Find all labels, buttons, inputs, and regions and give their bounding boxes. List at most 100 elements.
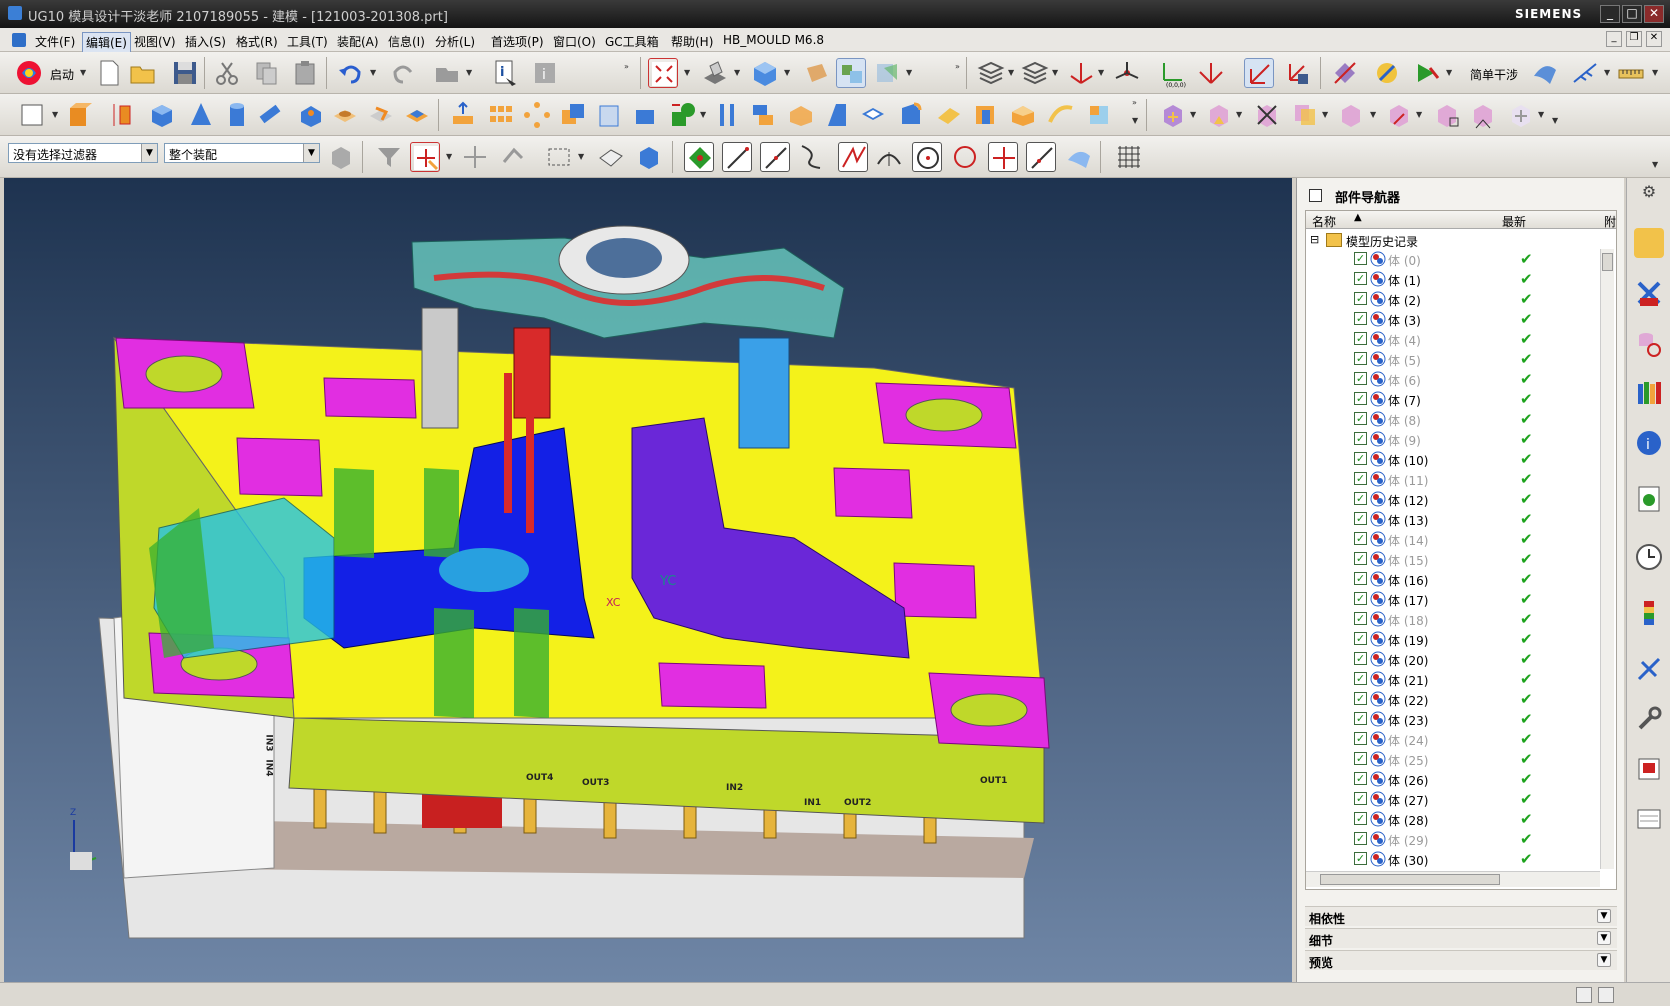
snap-arc-center-icon[interactable] [874,142,904,172]
visibility-checkbox[interactable]: ✓ [1354,552,1367,565]
hole-icon[interactable] [296,100,326,130]
visibility-checkbox[interactable]: ✓ [1354,792,1367,805]
assembly-navigator-icon[interactable] [1634,228,1664,258]
rectangle-select-icon[interactable] [544,142,574,172]
add-component-icon[interactable] [1158,100,1188,130]
column-header-extra[interactable]: 附 [1604,213,1616,230]
visibility-checkbox[interactable]: ✓ [1354,272,1367,285]
shell-icon[interactable] [858,100,888,130]
pick-point-icon[interactable] [498,142,528,172]
component-pattern-icon[interactable] [1384,100,1414,130]
wcs-origin-icon[interactable] [1066,58,1096,88]
hscroll-thumb[interactable] [1320,874,1500,885]
general-selection-icon[interactable] [326,142,356,172]
wcs-rotate-icon[interactable] [1196,58,1226,88]
undo-icon[interactable] [336,58,366,88]
explode-view-icon[interactable] [1506,100,1536,130]
visibility-checkbox[interactable]: ✓ [1354,352,1367,365]
copy-icon[interactable] [252,58,282,88]
section-preview[interactable]: 预览 ▼ [1305,950,1617,970]
pattern-icon[interactable] [486,100,516,130]
visibility-checkbox[interactable]: ✓ [1354,392,1367,405]
tree-row[interactable]: ✓ 体 (4) ✔ [1306,329,1606,349]
cone-icon[interactable] [186,100,216,130]
tree-row[interactable]: ✓ 体 (6) ✔ [1306,369,1606,389]
tree-row[interactable]: ✓ 体 (7) ✔ [1306,389,1606,409]
orient-view-icon[interactable] [750,58,780,88]
assembly-clearance-icon[interactable] [1468,100,1498,130]
edit-section-icon[interactable] [802,58,832,88]
layer-settings-icon[interactable] [976,58,1006,88]
tree-row[interactable]: ✓ 体 (25) ✔ [1306,749,1606,769]
extrude-icon[interactable] [64,100,94,130]
menu-gc-toolbox[interactable]: GC工具箱 [602,32,662,51]
hidden-edge-icon[interactable] [596,142,626,172]
open-folder-icon[interactable] [128,58,158,88]
measure-angle-icon[interactable] [1372,58,1402,88]
block-icon[interactable] [146,100,176,130]
offset-face-icon[interactable] [448,100,478,130]
play-check-icon[interactable] [1412,58,1442,88]
tree-row[interactable]: ✓ 体 (24) ✔ [1306,729,1606,749]
remove-component-icon[interactable] [1252,100,1282,130]
circular-pattern-icon[interactable] [522,100,552,130]
menu-info[interactable]: 信息(I) [385,32,428,51]
system-materials-icon[interactable] [1634,754,1664,784]
snap-enable-icon[interactable] [684,142,714,172]
visibility-checkbox[interactable]: ✓ [1354,292,1367,305]
tree-row[interactable]: ✓ 体 (16) ✔ [1306,569,1606,589]
doc-close-button[interactable]: ✕ [1646,31,1662,47]
tree-row[interactable]: ✓ 体 (28) ✔ [1306,809,1606,829]
sketch-icon[interactable] [18,100,48,130]
tree-row[interactable]: ✓ 体 (29) ✔ [1306,829,1606,849]
repeat-command-icon[interactable] [432,58,462,88]
visibility-checkbox[interactable]: ✓ [1354,732,1367,745]
roles-icon[interactable] [1634,804,1664,834]
mate-component-icon[interactable] [1204,100,1234,130]
through-curves-icon[interactable] [1046,100,1076,130]
reuse-library-icon[interactable] [1634,378,1664,408]
tree-row[interactable]: ✓ 体 (27) ✔ [1306,789,1606,809]
visibility-checkbox[interactable]: ✓ [1354,592,1367,605]
tree-row[interactable]: ✓ 体 (11) ✔ [1306,469,1606,489]
horizontal-scrollbar[interactable] [1306,871,1600,887]
info-object-icon[interactable]: i [490,58,520,88]
intersect-icon[interactable] [630,100,660,130]
visibility-checkbox[interactable]: ✓ [1354,712,1367,725]
cut-icon[interactable] [212,58,242,88]
wcs-absolute-icon[interactable]: (0,0,0) [1156,58,1186,89]
menu-preferences[interactable]: 首选项(P) [488,32,547,51]
type-filter-select[interactable]: 没有选择过滤器 ▼ [8,143,158,163]
tree-row[interactable]: ✓ 体 (20) ✔ [1306,649,1606,669]
edge-blend-icon[interactable] [896,100,926,130]
select-body-icon[interactable] [634,142,664,172]
tree-row[interactable]: ✓ 体 (9) ✔ [1306,429,1606,449]
wcs-display-icon[interactable] [1244,58,1274,88]
tree-row[interactable]: ✓ 体 (26) ✔ [1306,769,1606,789]
simple-interference-label[interactable]: 简单干涉 [1470,66,1518,83]
start-label[interactable]: 启动 [50,66,74,83]
tree-row[interactable]: ✓ 体 (17) ✔ [1306,589,1606,609]
split-body-icon[interactable] [712,100,742,130]
trim-body-icon[interactable] [668,100,698,130]
visibility-checkbox[interactable]: ✓ [1354,612,1367,625]
tree-row[interactable]: ✓ 体 (19) ✔ [1306,629,1606,649]
redo-icon[interactable] [388,58,418,88]
section-dependencies[interactable]: 相依性 ▼ [1305,906,1617,926]
thicken-icon[interactable] [970,100,1000,130]
visibility-checkbox[interactable]: ✓ [1354,832,1367,845]
vertical-scrollbar[interactable] [1600,249,1614,869]
filter-funnel-icon[interactable] [374,142,404,172]
tree-row[interactable]: ✓ 体 (18) ✔ [1306,609,1606,629]
show-hide-icon[interactable] [872,58,902,88]
chevron-down-icon[interactable]: ▼ [1597,953,1611,967]
boss-icon[interactable] [330,100,360,130]
snap-point-icon[interactable] [410,142,440,172]
snap-circle-center-icon[interactable] [912,142,942,172]
assembly-view-icon[interactable] [836,58,866,88]
visibility-checkbox[interactable]: ✓ [1354,452,1367,465]
tree-row[interactable]: ✓ 体 (22) ✔ [1306,689,1606,709]
snap-intersection-icon[interactable] [838,142,868,172]
revolve-icon[interactable] [106,100,136,130]
menu-assembly[interactable]: 装配(A) [334,32,382,51]
